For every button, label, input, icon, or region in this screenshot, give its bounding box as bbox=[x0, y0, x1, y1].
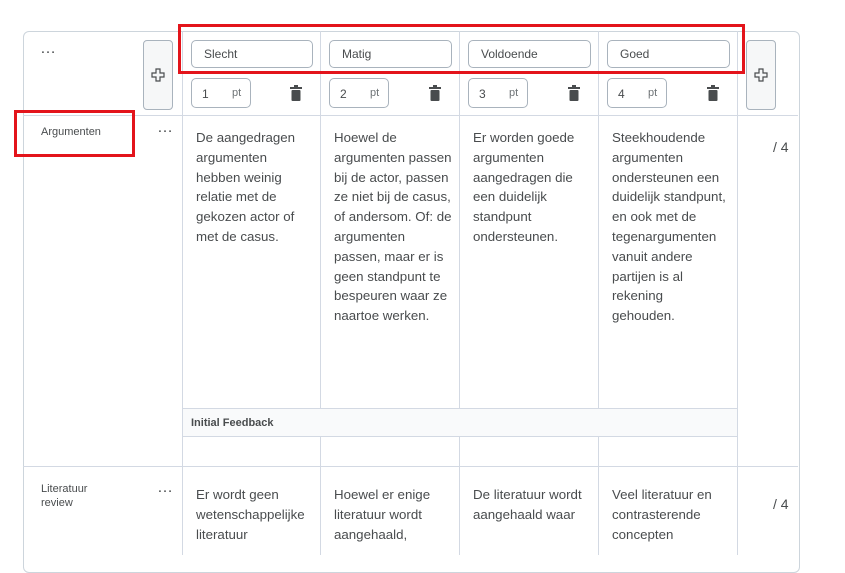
trash-icon[interactable] bbox=[429, 85, 441, 101]
initial-feedback-label: Initial Feedback bbox=[191, 417, 274, 429]
level-description[interactable]: De aangedragen argumenten hebben weinig … bbox=[196, 128, 314, 247]
feedback-divider bbox=[183, 436, 737, 437]
level-points-input[interactable]: 3 pt bbox=[468, 78, 528, 108]
trash-icon[interactable] bbox=[707, 85, 719, 101]
criterion-name-highlight bbox=[14, 110, 135, 157]
criterion-name[interactable]: Literatuur review bbox=[41, 482, 111, 510]
level-description[interactable]: De literatuur wordt aangehaald waar bbox=[473, 485, 591, 525]
row-divider bbox=[23, 466, 798, 467]
level-description[interactable]: Veel literatuur en contrasterende concep… bbox=[612, 485, 732, 544]
trash-icon[interactable] bbox=[568, 85, 580, 101]
level-description[interactable]: Hoewel er enige literatuur wordt aangeha… bbox=[334, 485, 452, 544]
add-level-right-button[interactable] bbox=[746, 40, 776, 110]
column-divider bbox=[598, 31, 599, 555]
level-points-input[interactable]: 4 pt bbox=[607, 78, 667, 108]
header-divider bbox=[23, 115, 798, 116]
level-description[interactable]: Hoewel de argumenten passen bij de actor… bbox=[334, 128, 452, 326]
level-names-highlight bbox=[178, 24, 745, 74]
plus-icon bbox=[754, 68, 768, 82]
criterion-score: / 4 bbox=[773, 496, 789, 512]
level-points-input[interactable]: 1 pt bbox=[191, 78, 251, 108]
rubric-more-menu[interactable]: … bbox=[40, 41, 57, 57]
level-description[interactable]: Er worden goede argumenten aangedragen d… bbox=[473, 128, 591, 247]
add-level-left-button[interactable] bbox=[143, 40, 173, 110]
column-divider bbox=[737, 31, 738, 555]
column-divider bbox=[182, 31, 183, 555]
column-divider bbox=[459, 31, 460, 555]
level-points-input[interactable]: 2 pt bbox=[329, 78, 389, 108]
criterion-score: / 4 bbox=[773, 139, 789, 155]
plus-icon bbox=[151, 68, 165, 82]
trash-icon[interactable] bbox=[290, 85, 302, 101]
level-description[interactable]: Steekhoudende argumenten ondersteunen ee… bbox=[612, 128, 728, 326]
criterion-more-menu[interactable]: … bbox=[157, 480, 174, 496]
criterion-more-menu[interactable]: … bbox=[157, 120, 174, 136]
level-description[interactable]: Er wordt geen wetenschappelijke literatu… bbox=[196, 485, 318, 544]
column-divider bbox=[320, 31, 321, 555]
